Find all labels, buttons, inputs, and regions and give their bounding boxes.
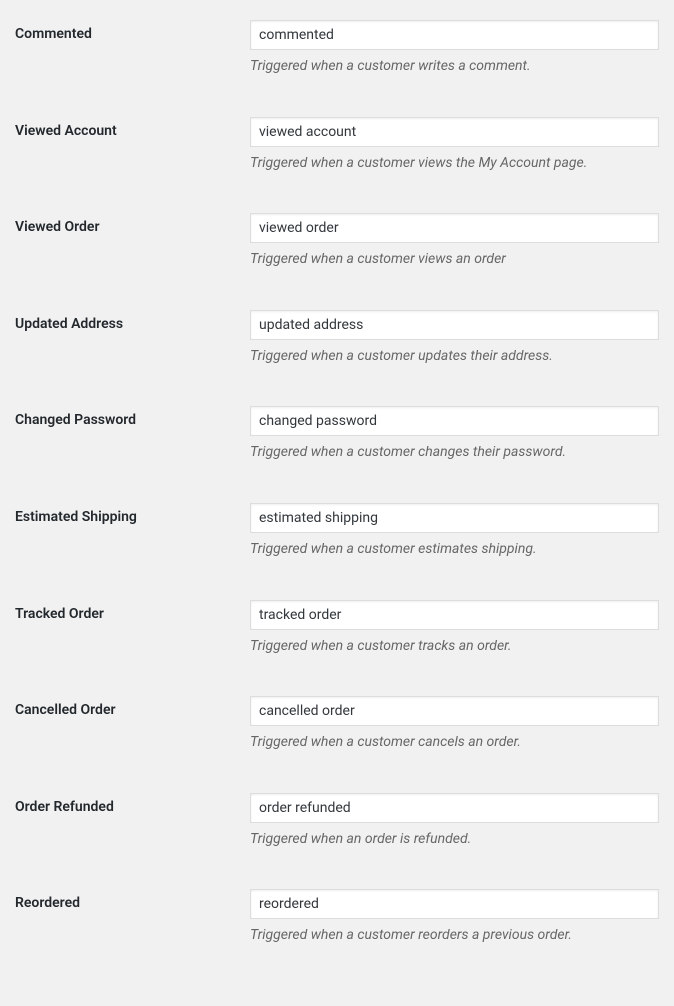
viewed-account-label: Viewed Account — [15, 123, 117, 139]
changed-password-input[interactable] — [250, 406, 659, 436]
viewed-account-row: Viewed Account Triggered when a customer… — [15, 117, 659, 174]
order-refunded-row: Order Refunded Triggered when an order i… — [15, 793, 659, 850]
input-col: Triggered when a customer changes their … — [250, 406, 659, 463]
updated-address-input[interactable] — [250, 310, 659, 340]
changed-password-help: Triggered when a customer changes their … — [250, 443, 659, 463]
cancelled-order-help: Triggered when a customer cancels an ord… — [250, 733, 659, 753]
tracked-order-label: Tracked Order — [15, 606, 104, 622]
label-col: Commented — [15, 20, 250, 42]
label-col: Changed Password — [15, 406, 250, 428]
input-col: Triggered when a customer cancels an ord… — [250, 696, 659, 753]
estimated-shipping-row: Estimated Shipping Triggered when a cust… — [15, 503, 659, 560]
commented-help: Triggered when a customer writes a comme… — [250, 57, 659, 77]
label-col: Estimated Shipping — [15, 503, 250, 525]
order-refunded-help: Triggered when an order is refunded. — [250, 830, 659, 850]
reordered-help: Triggered when a customer reorders a pre… — [250, 926, 659, 946]
input-col: Triggered when a customer reorders a pre… — [250, 889, 659, 946]
viewed-order-help: Triggered when a customer views an order — [250, 250, 659, 270]
commented-input[interactable] — [250, 20, 659, 50]
input-col: Triggered when a customer tracks an orde… — [250, 600, 659, 657]
order-refunded-input[interactable] — [250, 793, 659, 823]
tracked-order-row: Tracked Order Triggered when a customer … — [15, 600, 659, 657]
input-col: Triggered when a customer views an order — [250, 213, 659, 270]
updated-address-row: Updated Address Triggered when a custome… — [15, 310, 659, 367]
viewed-account-input[interactable] — [250, 117, 659, 147]
viewed-account-help: Triggered when a customer views the My A… — [250, 154, 659, 174]
tracked-order-input[interactable] — [250, 600, 659, 630]
input-col: Triggered when a customer updates their … — [250, 310, 659, 367]
updated-address-label: Updated Address — [15, 316, 123, 332]
label-col: Updated Address — [15, 310, 250, 332]
label-col: Cancelled Order — [15, 696, 250, 718]
changed-password-row: Changed Password Triggered when a custom… — [15, 406, 659, 463]
commented-label: Commented — [15, 26, 92, 42]
estimated-shipping-input[interactable] — [250, 503, 659, 533]
cancelled-order-input[interactable] — [250, 696, 659, 726]
viewed-order-row: Viewed Order Triggered when a customer v… — [15, 213, 659, 270]
reordered-label: Reordered — [15, 895, 80, 911]
label-col: Tracked Order — [15, 600, 250, 622]
commented-row: Commented Triggered when a customer writ… — [15, 20, 659, 77]
estimated-shipping-help: Triggered when a customer estimates ship… — [250, 540, 659, 560]
input-col: Triggered when a customer estimates ship… — [250, 503, 659, 560]
label-col: Order Refunded — [15, 793, 250, 815]
order-refunded-label: Order Refunded — [15, 799, 114, 815]
updated-address-help: Triggered when a customer updates their … — [250, 347, 659, 367]
viewed-order-input[interactable] — [250, 213, 659, 243]
label-col: Viewed Order — [15, 213, 250, 235]
cancelled-order-label: Cancelled Order — [15, 702, 116, 718]
viewed-order-label: Viewed Order — [15, 219, 100, 235]
cancelled-order-row: Cancelled Order Triggered when a custome… — [15, 696, 659, 753]
label-col: Viewed Account — [15, 117, 250, 139]
tracked-order-help: Triggered when a customer tracks an orde… — [250, 637, 659, 657]
input-col: Triggered when an order is refunded. — [250, 793, 659, 850]
input-col: Triggered when a customer writes a comme… — [250, 20, 659, 77]
changed-password-label: Changed Password — [15, 412, 136, 428]
reordered-input[interactable] — [250, 889, 659, 919]
input-col: Triggered when a customer views the My A… — [250, 117, 659, 174]
estimated-shipping-label: Estimated Shipping — [15, 509, 137, 525]
label-col: Reordered — [15, 889, 250, 911]
reordered-row: Reordered Triggered when a customer reor… — [15, 889, 659, 946]
